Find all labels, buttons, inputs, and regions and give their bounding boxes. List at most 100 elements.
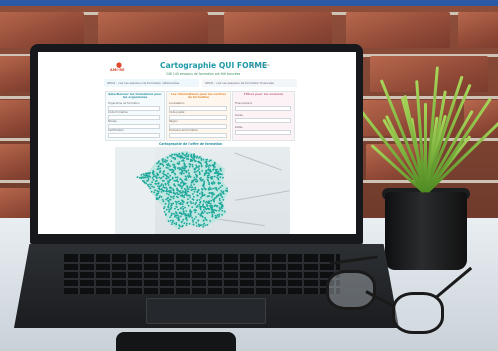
web-page: AMI·RE Cartographie QUI FORME Mon compte… bbox=[38, 52, 356, 234]
dates-input[interactable] bbox=[235, 130, 291, 135]
account-link[interactable]: Mon compte bbox=[251, 63, 270, 67]
session-dot bbox=[204, 224, 207, 227]
session-dot bbox=[210, 188, 212, 191]
session-dot bbox=[199, 202, 201, 204]
session-dot bbox=[149, 187, 152, 190]
session-dot bbox=[189, 212, 192, 214]
session-dot bbox=[162, 186, 165, 189]
session-dot bbox=[179, 190, 182, 192]
session-dot bbox=[222, 176, 224, 179]
session-dot bbox=[194, 188, 197, 191]
session-dot bbox=[181, 203, 184, 206]
session-dot bbox=[160, 183, 163, 185]
field-label: Durée bbox=[235, 114, 243, 117]
session-dot bbox=[188, 223, 191, 225]
info-link-financed[interactable]: OPCO : voir les sessions de formation fi… bbox=[202, 79, 297, 87]
domaine-select[interactable] bbox=[169, 133, 227, 138]
session-dot bbox=[205, 208, 208, 211]
session-dot bbox=[181, 152, 184, 155]
session-dot bbox=[182, 160, 185, 162]
session-dot bbox=[212, 169, 214, 171]
session-dot bbox=[161, 158, 164, 161]
session-dot bbox=[176, 189, 179, 192]
session-dot bbox=[218, 209, 220, 212]
session-dot bbox=[222, 191, 224, 194]
session-dot bbox=[151, 181, 153, 183]
financement-select[interactable] bbox=[235, 106, 291, 111]
session-dot bbox=[170, 160, 173, 163]
session-dot bbox=[194, 173, 197, 176]
session-dot bbox=[205, 171, 207, 173]
session-dot bbox=[172, 219, 174, 222]
keyboard-row-divider bbox=[64, 286, 340, 288]
session-dot bbox=[145, 182, 148, 185]
top-bar bbox=[0, 0, 498, 6]
session-dot bbox=[177, 216, 180, 218]
session-dot bbox=[168, 200, 170, 203]
session-dot bbox=[153, 191, 156, 194]
session-dot bbox=[177, 180, 179, 183]
session-dot bbox=[165, 208, 168, 211]
session-dot bbox=[161, 180, 164, 182]
session-dot bbox=[181, 185, 183, 188]
session-dot bbox=[158, 160, 160, 163]
field-label: Région bbox=[169, 120, 178, 123]
session-dot bbox=[165, 213, 167, 216]
session-dot bbox=[203, 209, 205, 211]
training-map[interactable] bbox=[115, 147, 290, 234]
session-dot bbox=[190, 189, 193, 191]
session-dot bbox=[173, 192, 175, 194]
session-dot bbox=[218, 202, 221, 204]
trackpad[interactable] bbox=[146, 298, 266, 324]
session-dot bbox=[209, 202, 212, 205]
session-dot bbox=[188, 174, 190, 176]
session-dot bbox=[216, 172, 218, 174]
session-dot bbox=[163, 206, 166, 208]
session-dot bbox=[172, 197, 175, 200]
session-dot bbox=[219, 186, 222, 188]
map-caption: Cartographie de l'offre de formation bbox=[159, 142, 223, 146]
session-dot bbox=[213, 164, 216, 166]
session-dot bbox=[188, 172, 190, 175]
field-label: Localisation bbox=[169, 102, 185, 105]
session-dot bbox=[192, 195, 195, 198]
session-dot bbox=[195, 164, 198, 167]
session-dot bbox=[183, 191, 186, 193]
session-dot bbox=[143, 174, 146, 176]
session-dot bbox=[189, 196, 191, 199]
session-dot bbox=[222, 198, 225, 201]
session-dot bbox=[202, 212, 204, 214]
session-dot bbox=[178, 219, 181, 221]
certification-select[interactable] bbox=[108, 133, 160, 138]
session-dot bbox=[185, 210, 188, 212]
session-dot bbox=[196, 155, 199, 158]
session-dot bbox=[191, 198, 194, 200]
session-dot bbox=[170, 202, 173, 205]
field-label: Code formation bbox=[108, 111, 129, 114]
filter-panel-sessions: Filtres pour les sessions Financement Du… bbox=[232, 91, 295, 141]
session-dot bbox=[218, 213, 221, 216]
field-label: Niveau bbox=[108, 120, 118, 123]
session-dot bbox=[174, 168, 177, 170]
keyboard[interactable] bbox=[64, 254, 340, 294]
site-logo[interactable]: AMI·RE bbox=[110, 61, 128, 73]
session-dot bbox=[187, 176, 190, 178]
session-dot bbox=[192, 223, 195, 226]
session-dot bbox=[183, 196, 186, 199]
session-dot bbox=[186, 214, 188, 217]
session-dot bbox=[154, 182, 157, 185]
session-dot bbox=[201, 205, 204, 207]
session-dot bbox=[170, 214, 173, 217]
session-dot bbox=[218, 197, 221, 200]
session-dot bbox=[145, 172, 148, 175]
session-dot bbox=[203, 210, 206, 213]
session-dot bbox=[177, 214, 179, 217]
session-dot bbox=[205, 160, 208, 163]
session-dot bbox=[192, 188, 195, 191]
session-dot bbox=[168, 189, 171, 192]
session-dot bbox=[186, 202, 188, 205]
info-link-referenced[interactable]: OPCO : voir les sessions de formation ré… bbox=[104, 79, 199, 87]
duree-select[interactable] bbox=[235, 118, 291, 123]
session-dot bbox=[208, 160, 211, 162]
session-dot bbox=[181, 225, 183, 228]
